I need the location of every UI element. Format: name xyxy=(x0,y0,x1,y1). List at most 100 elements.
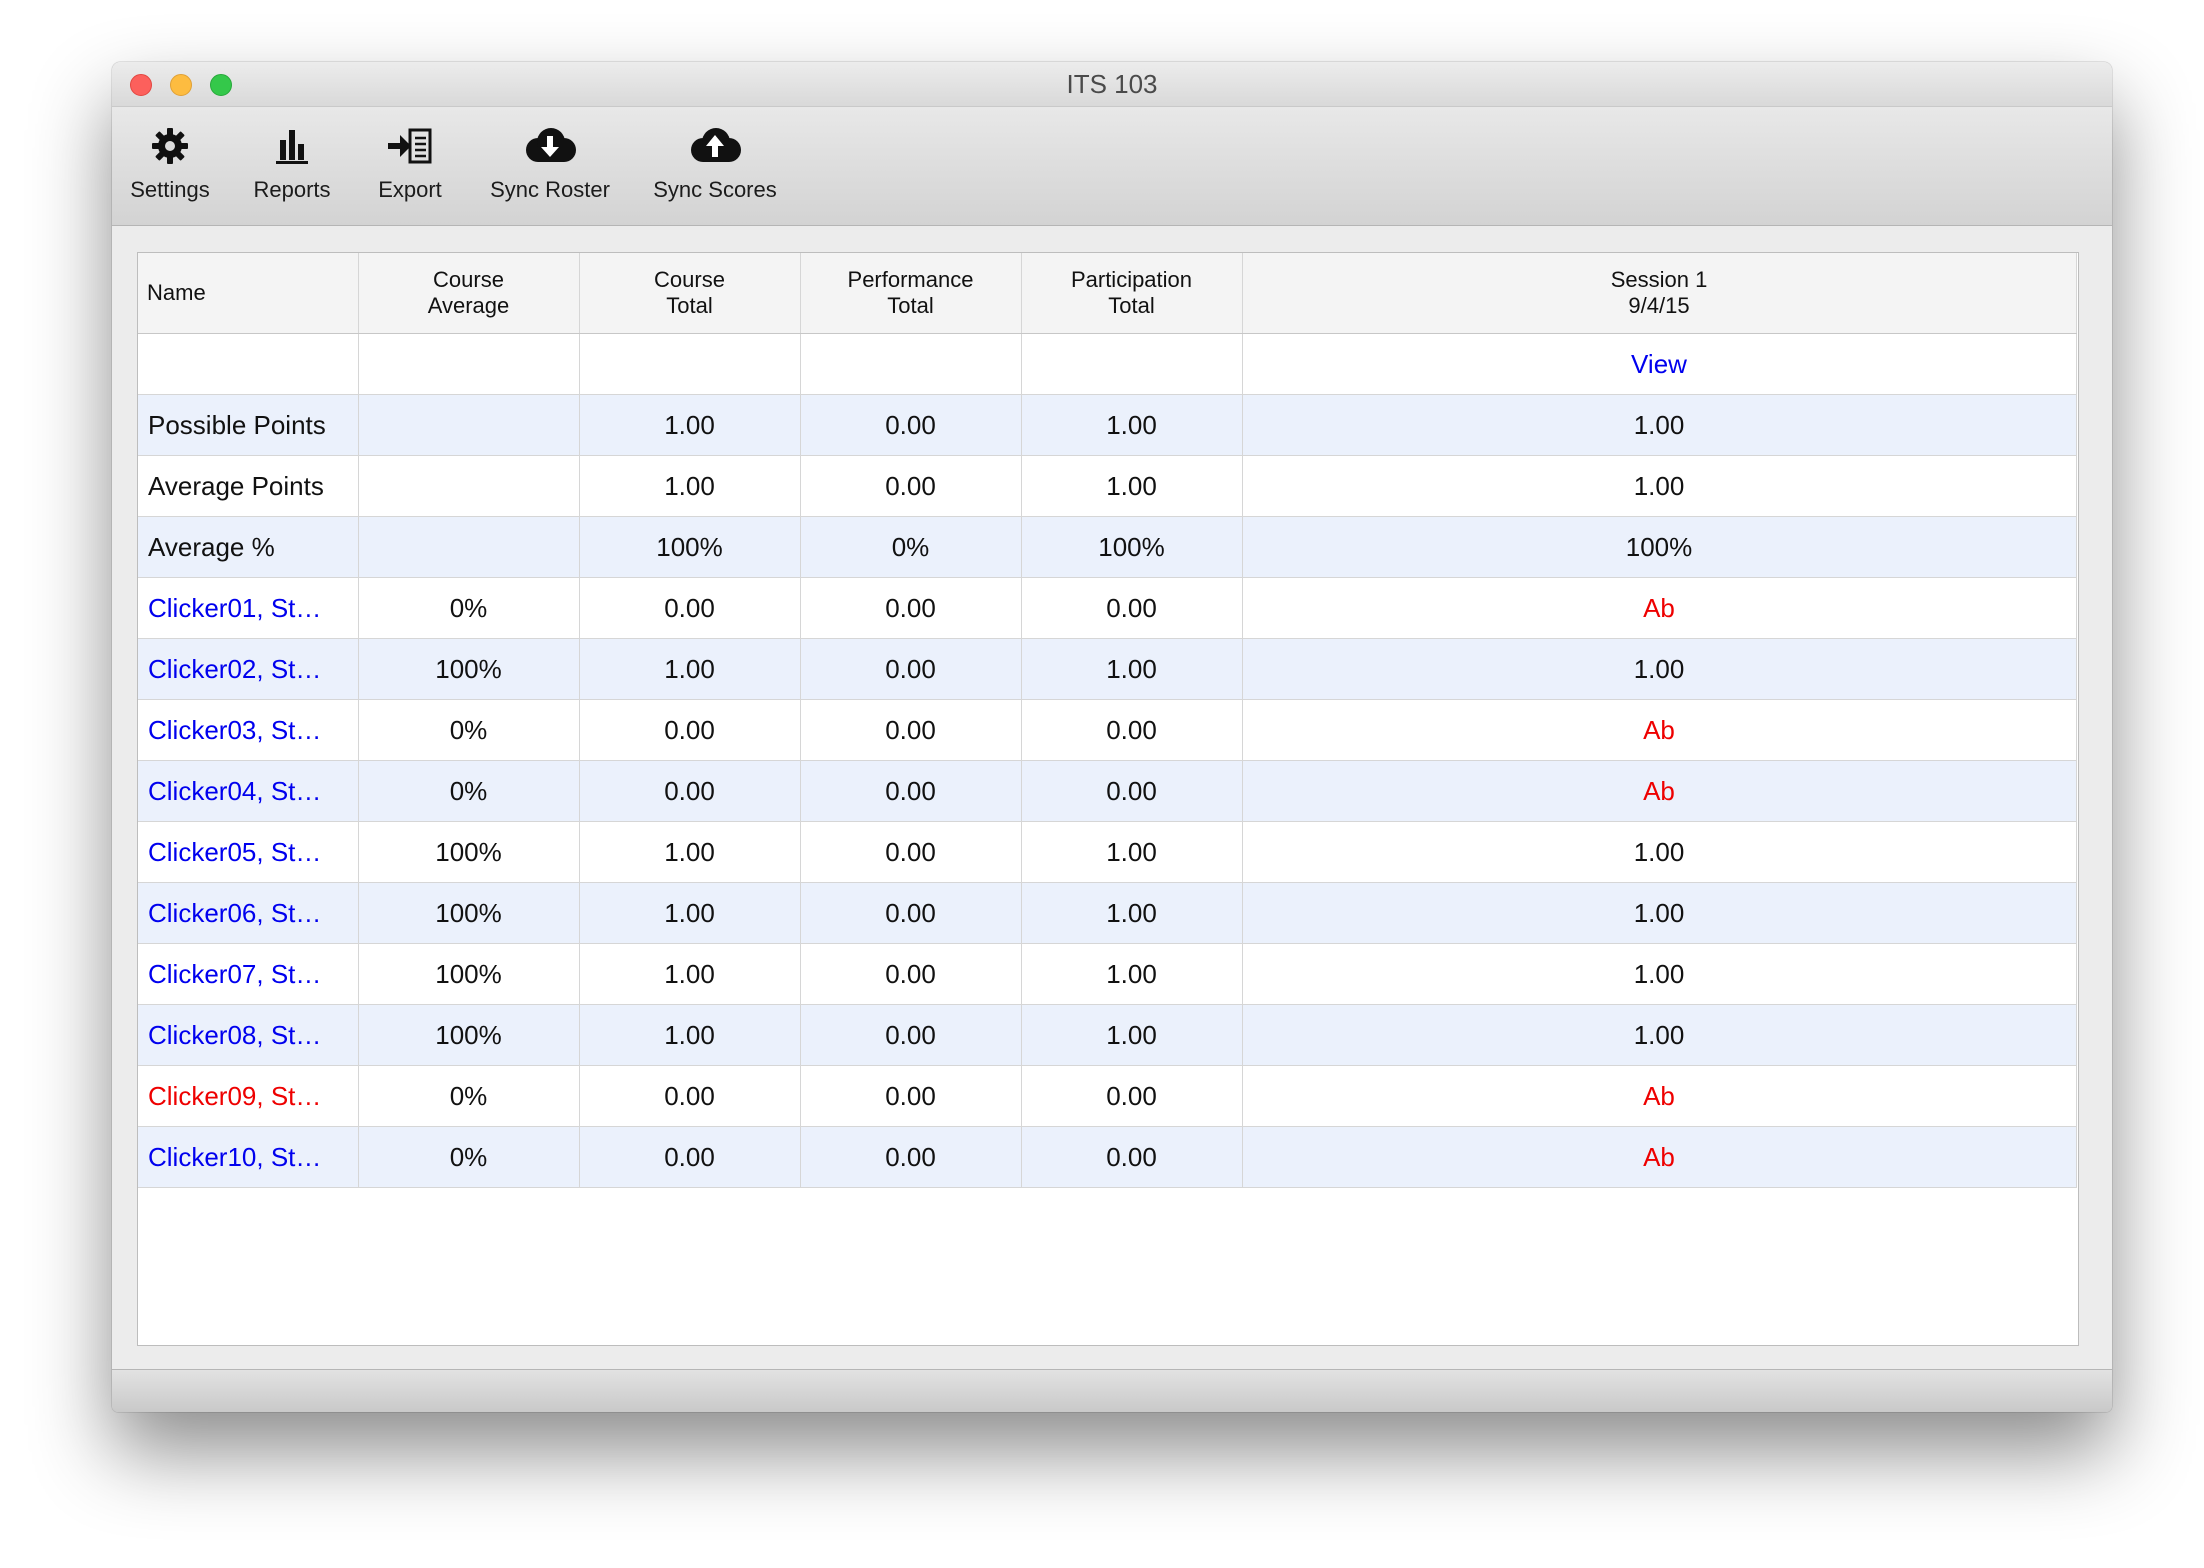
gear-icon xyxy=(120,117,220,175)
session-cell[interactable]: Ab xyxy=(1242,1065,2077,1127)
student-name-link[interactable]: Clicker02, St… xyxy=(138,638,359,700)
student-name-link[interactable]: Clicker06, St… xyxy=(138,882,359,944)
student-row[interactable]: Clicker01, St… 0% 0.00 0.00 0.00 Ab xyxy=(138,577,2077,639)
participation-total-cell: 1.00 xyxy=(1021,394,1243,456)
course-total-cell: 0.00 xyxy=(579,699,801,761)
status-bar xyxy=(112,1369,2112,1412)
participation-total-cell: 0.00 xyxy=(1021,760,1243,822)
session-cell: 1.00 xyxy=(1242,455,2077,517)
column-header-performance-total[interactable]: Performance Total xyxy=(800,253,1022,334)
session-cell[interactable]: 1.00 xyxy=(1242,638,2077,700)
app-window: ITS 103 Settings Reports Export Sync Ros… xyxy=(112,62,2112,1412)
performance-total-cell: 0.00 xyxy=(800,1126,1022,1188)
average-points-row: Average Points 1.00 0.00 1.00 1.00 xyxy=(138,455,2077,517)
performance-total-cell: 0.00 xyxy=(800,943,1022,1005)
performance-total-cell: 0.00 xyxy=(800,455,1022,517)
sync-scores-label: Sync Scores xyxy=(653,177,777,202)
student-name-link[interactable]: Clicker01, St… xyxy=(138,577,359,639)
row-label: Possible Points xyxy=(138,394,359,456)
course-total-cell: 1.00 xyxy=(579,821,801,883)
settings-button[interactable]: Settings xyxy=(120,117,220,203)
course-average-cell: 0% xyxy=(358,760,580,822)
student-row[interactable]: Clicker09, St… 0% 0.00 0.00 0.00 Ab xyxy=(138,1065,2077,1127)
column-header-course-total[interactable]: Course Total xyxy=(579,253,801,334)
column-header-participation-total[interactable]: Participation Total xyxy=(1021,253,1243,334)
participation-total-cell: 1.00 xyxy=(1021,943,1243,1005)
course-total-cell: 0.00 xyxy=(579,760,801,822)
bar-chart-icon xyxy=(242,117,342,175)
participation-total-cell: 1.00 xyxy=(1021,821,1243,883)
export-icon xyxy=(360,117,460,175)
session-cell: 100% xyxy=(1242,516,2077,578)
column-header-course-average[interactable]: Course Average xyxy=(358,253,580,334)
row-label: Average Points xyxy=(138,455,359,517)
gradebook-table: Name Course Average Course Total Performan… xyxy=(138,253,2077,1188)
student-row[interactable]: Clicker04, St… 0% 0.00 0.00 0.00 Ab xyxy=(138,760,2077,822)
participation-total-cell: 0.00 xyxy=(1021,1126,1243,1188)
student-name-link[interactable]: Clicker07, St… xyxy=(138,943,359,1005)
performance-total-cell: 0.00 xyxy=(800,760,1022,822)
participation-total-cell: 0.00 xyxy=(1021,577,1243,639)
sync-scores-button[interactable]: Sync Scores xyxy=(630,117,800,203)
cloud-upload-icon xyxy=(630,117,800,175)
course-total-cell: 1.00 xyxy=(579,394,801,456)
student-name-link[interactable]: Clicker08, St… xyxy=(138,1004,359,1066)
course-average-cell: 100% xyxy=(358,882,580,944)
session-cell[interactable]: 1.00 xyxy=(1242,943,2077,1005)
student-name-link[interactable]: Clicker10, St… xyxy=(138,1126,359,1188)
participation-total-cell: 1.00 xyxy=(1021,882,1243,944)
performance-total-cell: 0.00 xyxy=(800,394,1022,456)
student-name-link[interactable]: Clicker03, St… xyxy=(138,699,359,761)
toolbar: Settings Reports Export Sync Roster Sync… xyxy=(112,107,2112,226)
performance-total-cell: 0.00 xyxy=(800,577,1022,639)
possible-points-row: Possible Points 1.00 0.00 1.00 1.00 xyxy=(138,394,2077,456)
performance-total-cell: 0.00 xyxy=(800,699,1022,761)
session-cell[interactable]: Ab xyxy=(1242,760,2077,822)
participation-total-cell: 1.00 xyxy=(1021,1004,1243,1066)
student-row[interactable]: Clicker03, St… 0% 0.00 0.00 0.00 Ab xyxy=(138,699,2077,761)
export-button[interactable]: Export xyxy=(360,117,460,203)
session-cell[interactable]: 1.00 xyxy=(1242,882,2077,944)
performance-total-cell: 0.00 xyxy=(800,638,1022,700)
student-name-link[interactable]: Clicker09, St… xyxy=(138,1065,359,1127)
export-label: Export xyxy=(378,177,442,202)
course-average-cell: 0% xyxy=(358,1126,580,1188)
session-cell[interactable]: 1.00 xyxy=(1242,1004,2077,1066)
sync-roster-button[interactable]: Sync Roster xyxy=(472,117,628,203)
participation-total-cell: 1.00 xyxy=(1021,455,1243,517)
student-row[interactable]: Clicker07, St… 100% 1.00 0.00 1.00 1.00 xyxy=(138,943,2077,1005)
course-average-cell: 0% xyxy=(358,1065,580,1127)
course-total-cell: 1.00 xyxy=(579,882,801,944)
participation-total-cell: 100% xyxy=(1021,516,1243,578)
course-average-cell: 100% xyxy=(358,1004,580,1066)
course-total-cell: 0.00 xyxy=(579,577,801,639)
view-session-link[interactable]: View xyxy=(1242,333,2077,395)
course-total-cell: 0.00 xyxy=(579,1126,801,1188)
course-average-cell: 100% xyxy=(358,943,580,1005)
course-average-cell xyxy=(358,516,580,578)
course-average-cell xyxy=(358,394,580,456)
title-bar[interactable]: ITS 103 xyxy=(112,62,2112,107)
student-row[interactable]: Clicker05, St… 100% 1.00 0.00 1.00 1.00 xyxy=(138,821,2077,883)
student-row[interactable]: Clicker08, St… 100% 1.00 0.00 1.00 1.00 xyxy=(138,1004,2077,1066)
participation-total-cell: 0.00 xyxy=(1021,1065,1243,1127)
student-name-link[interactable]: Clicker05, St… xyxy=(138,821,359,883)
session-cell[interactable]: Ab xyxy=(1242,577,2077,639)
session-cell[interactable]: 1.00 xyxy=(1242,821,2077,883)
participation-total-cell: 0.00 xyxy=(1021,699,1243,761)
row-label: Average % xyxy=(138,516,359,578)
session-cell[interactable]: Ab xyxy=(1242,699,2077,761)
settings-label: Settings xyxy=(130,177,210,202)
header-row: Name Course Average Course Total Performan… xyxy=(138,253,2077,334)
cloud-download-icon xyxy=(472,117,628,175)
student-row[interactable]: Clicker06, St… 100% 1.00 0.00 1.00 1.00 xyxy=(138,882,2077,944)
column-header-name[interactable]: Name xyxy=(138,253,359,334)
reports-button[interactable]: Reports xyxy=(242,117,342,203)
sync-roster-label: Sync Roster xyxy=(490,177,610,202)
student-row[interactable]: Clicker10, St… 0% 0.00 0.00 0.00 Ab xyxy=(138,1126,2077,1188)
session-cell[interactable]: Ab xyxy=(1242,1126,2077,1188)
student-name-link[interactable]: Clicker04, St… xyxy=(138,760,359,822)
column-header-session-1[interactable]: Session 1 9/4/15 xyxy=(1242,253,2077,334)
performance-total-cell: 0% xyxy=(800,516,1022,578)
student-row[interactable]: Clicker02, St… 100% 1.00 0.00 1.00 1.00 xyxy=(138,638,2077,700)
